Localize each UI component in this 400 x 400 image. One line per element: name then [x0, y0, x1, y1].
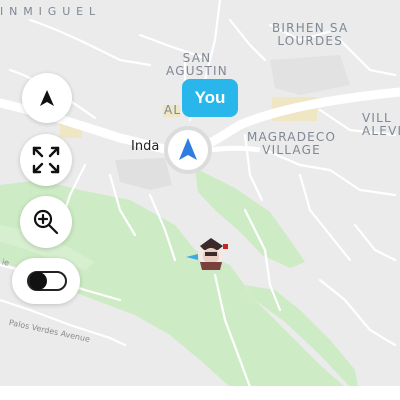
toggle-switch-icon [27, 271, 67, 291]
street-label: ie [1, 257, 10, 268]
expand-arrows-icon [32, 146, 60, 174]
map-view[interactable]: I N M I G U E L BIRHEN SA LOURDES SAN AG… [0, 0, 400, 400]
area-label: I N M I G U E L [0, 5, 97, 18]
area-label: VILL ALEVI [362, 111, 400, 138]
layer-toggle[interactable] [12, 258, 80, 304]
zoom-button[interactable] [20, 196, 72, 248]
area-label: MAGRADECO VILLAGE [247, 130, 337, 157]
fullscreen-button[interactable] [20, 134, 72, 186]
area-label: AL [164, 103, 182, 117]
navigation-arrow-icon [40, 90, 54, 106]
recenter-button[interactable] [22, 73, 72, 123]
bottom-edge [0, 387, 400, 400]
area-label: SAN AGUSTIN [166, 51, 228, 78]
place-label: Inda [131, 139, 160, 154]
you-badge: You [182, 79, 238, 117]
area-label: BIRHEN SA LOURDES [272, 21, 349, 48]
zoom-in-icon [33, 209, 59, 235]
